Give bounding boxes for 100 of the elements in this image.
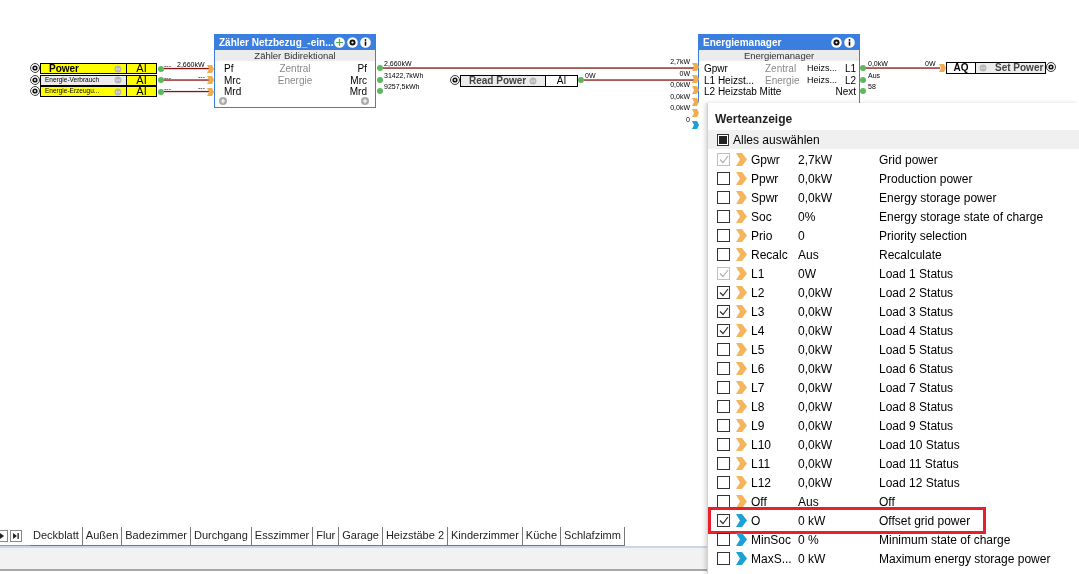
value-row[interactable]: L9 0,0kW Load 9 Status [708, 416, 1079, 435]
value-row[interactable]: Spwr 0,0kW Energy storage power [708, 188, 1079, 207]
settings-icon[interactable] [831, 37, 842, 48]
settings-icon[interactable] [450, 75, 460, 85]
value-description: Load 5 Status [879, 343, 954, 356]
input-block[interactable]: Power [40, 63, 127, 74]
value-description: Load 9 Status [879, 419, 954, 432]
checkbox[interactable] [717, 362, 730, 375]
input-block[interactable]: Read Power [460, 75, 546, 87]
settings-icon[interactable] [347, 37, 358, 48]
checkbox[interactable] [717, 343, 730, 356]
checkbox[interactable] [717, 381, 730, 394]
value-row[interactable]: Recalc Aus Recalculate [708, 245, 1079, 264]
parameter-icon [736, 533, 747, 546]
sheet-tab[interactable]: Flur [313, 527, 340, 546]
checkbox[interactable] [717, 533, 730, 546]
value-name: Soc [751, 210, 772, 223]
value-reading: 0,0kW [798, 286, 832, 299]
input-icon [736, 419, 747, 432]
value-name: L7 [751, 381, 765, 394]
value-row[interactable]: MaxS... 0 kW Maximum energy storage power [708, 549, 1079, 568]
value-reading: 0,0kW [798, 191, 832, 204]
port-label: Next [835, 86, 856, 97]
value-row[interactable]: Ppwr 0,0kW Production power [708, 169, 1079, 188]
checkbox[interactable] [717, 248, 730, 261]
move-icon[interactable] [334, 37, 345, 48]
value-description: Grid power [879, 153, 938, 166]
checkbox[interactable] [717, 400, 730, 413]
info-icon[interactable] [844, 37, 855, 48]
port-label: L1 Heizst... [704, 74, 755, 86]
panel-title: Werteanzeige [714, 111, 794, 128]
sheet-tab[interactable]: Badezimmer [122, 527, 192, 546]
io-type-label: AQ [946, 62, 976, 74]
sheet-tab[interactable]: Esszimmer [251, 527, 314, 546]
settings-icon[interactable] [30, 86, 40, 96]
checkbox[interactable] [717, 229, 730, 242]
value-reading: 0,0kW [798, 457, 832, 470]
block-title-bar[interactable]: Energiemanager [699, 35, 859, 50]
checkbox[interactable] [717, 286, 730, 299]
sheet-tab[interactable]: Außen [82, 527, 123, 546]
value-row[interactable]: L7 0,0kW Load 7 Status [708, 378, 1079, 397]
value-name: L9 [751, 419, 765, 432]
function-block[interactable]: Energiemanager Energiemanager Gpwr Zentral Heizs... L1 L1 Heizst... Energie Heizs... L2 L2 Heizstab Mitte Next [698, 34, 860, 103]
value-row[interactable]: Prio 0 Priority selection [708, 226, 1079, 245]
checkbox[interactable] [717, 438, 730, 451]
input-icon [736, 381, 747, 394]
value-reading: 0% [798, 210, 816, 223]
value-row[interactable]: L2 0,0kW Load 2 Status [708, 283, 1079, 302]
input-icon [736, 476, 747, 489]
value-row[interactable]: MinSoc 0 % Minimum state of charge [708, 530, 1079, 549]
parameter-icon [736, 552, 747, 565]
sheet-tab[interactable]: Kinderzimmer [448, 527, 523, 546]
value-row[interactable]: L6 0,0kW Load 6 Status [708, 359, 1079, 378]
block-text: Heizs... [807, 74, 837, 86]
sheet-tab[interactable]: Deckblatt [30, 527, 83, 546]
settings-icon[interactable] [1046, 62, 1056, 72]
checkbox[interactable] [717, 191, 730, 204]
value-name: MaxS... [751, 552, 792, 565]
value-row[interactable]: L8 0,0kW Load 8 Status [708, 397, 1079, 416]
checkbox[interactable] [717, 457, 730, 470]
value-row[interactable]: Off Aus Off [708, 492, 1079, 511]
select-all-checkbox[interactable] [717, 133, 729, 146]
io-type-label: AI [127, 63, 157, 74]
checkbox[interactable] [717, 552, 730, 565]
checkbox[interactable] [717, 172, 730, 185]
settings-icon[interactable] [30, 63, 40, 73]
value-row[interactable]: O 0 kW Offset grid power [708, 511, 1079, 530]
value-row[interactable]: L12 0,0kW Load 12 Status [708, 473, 1079, 492]
block-title-bar[interactable]: Zähler Netzbezug_-ein... [215, 35, 375, 50]
sheet-tab[interactable]: Schlafzimm [561, 527, 625, 546]
sheet-tab[interactable]: Garage [339, 527, 383, 546]
checkbox[interactable] [717, 419, 730, 432]
value-row[interactable]: L5 0,0kW Load 5 Status [708, 340, 1079, 359]
checkbox[interactable] [717, 305, 730, 318]
value-name: L12 [751, 476, 772, 489]
checkbox[interactable] [717, 324, 730, 337]
value-description: Minimum state of charge [879, 533, 1011, 546]
value-row[interactable]: L4 0,0kW Load 4 Status [708, 321, 1079, 340]
checkbox[interactable] [717, 514, 730, 527]
sheet-tab[interactable]: Durchgang [191, 527, 252, 546]
value-name: L11 [751, 457, 771, 470]
settings-icon[interactable] [30, 74, 40, 85]
value-row[interactable]: Soc 0% Energy storage state of charge [708, 207, 1079, 226]
info-icon[interactable] [360, 37, 371, 48]
value-name: L5 [751, 343, 765, 356]
value-row[interactable]: L3 0,0kW Load 3 Status [708, 302, 1079, 321]
value-row[interactable]: L11 0,0kW Load 11 Status [708, 454, 1079, 473]
wire [164, 67, 209, 70]
sheet-tab[interactable]: Heizstäbe 2 [382, 527, 448, 546]
function-block[interactable]: Zähler Netzbezug_-ein... Zähler Bidirektional Pf Mrc Mrd Zentral Energie Pf Mrc Mrd [214, 34, 376, 108]
last-icon[interactable] [10, 530, 22, 542]
sheet-tab[interactable]: Küche [522, 527, 562, 546]
output-block[interactable]: Set Power [976, 62, 1046, 74]
value-description: Load 12 Status [879, 476, 960, 489]
input-icon [736, 495, 747, 508]
value-row[interactable]: L10 0,0kW Load 10 Status [708, 435, 1079, 454]
input-icon [736, 210, 747, 223]
checkbox[interactable] [717, 476, 730, 489]
checkbox[interactable] [717, 210, 730, 223]
value-reading: 0,0kW [798, 324, 832, 337]
